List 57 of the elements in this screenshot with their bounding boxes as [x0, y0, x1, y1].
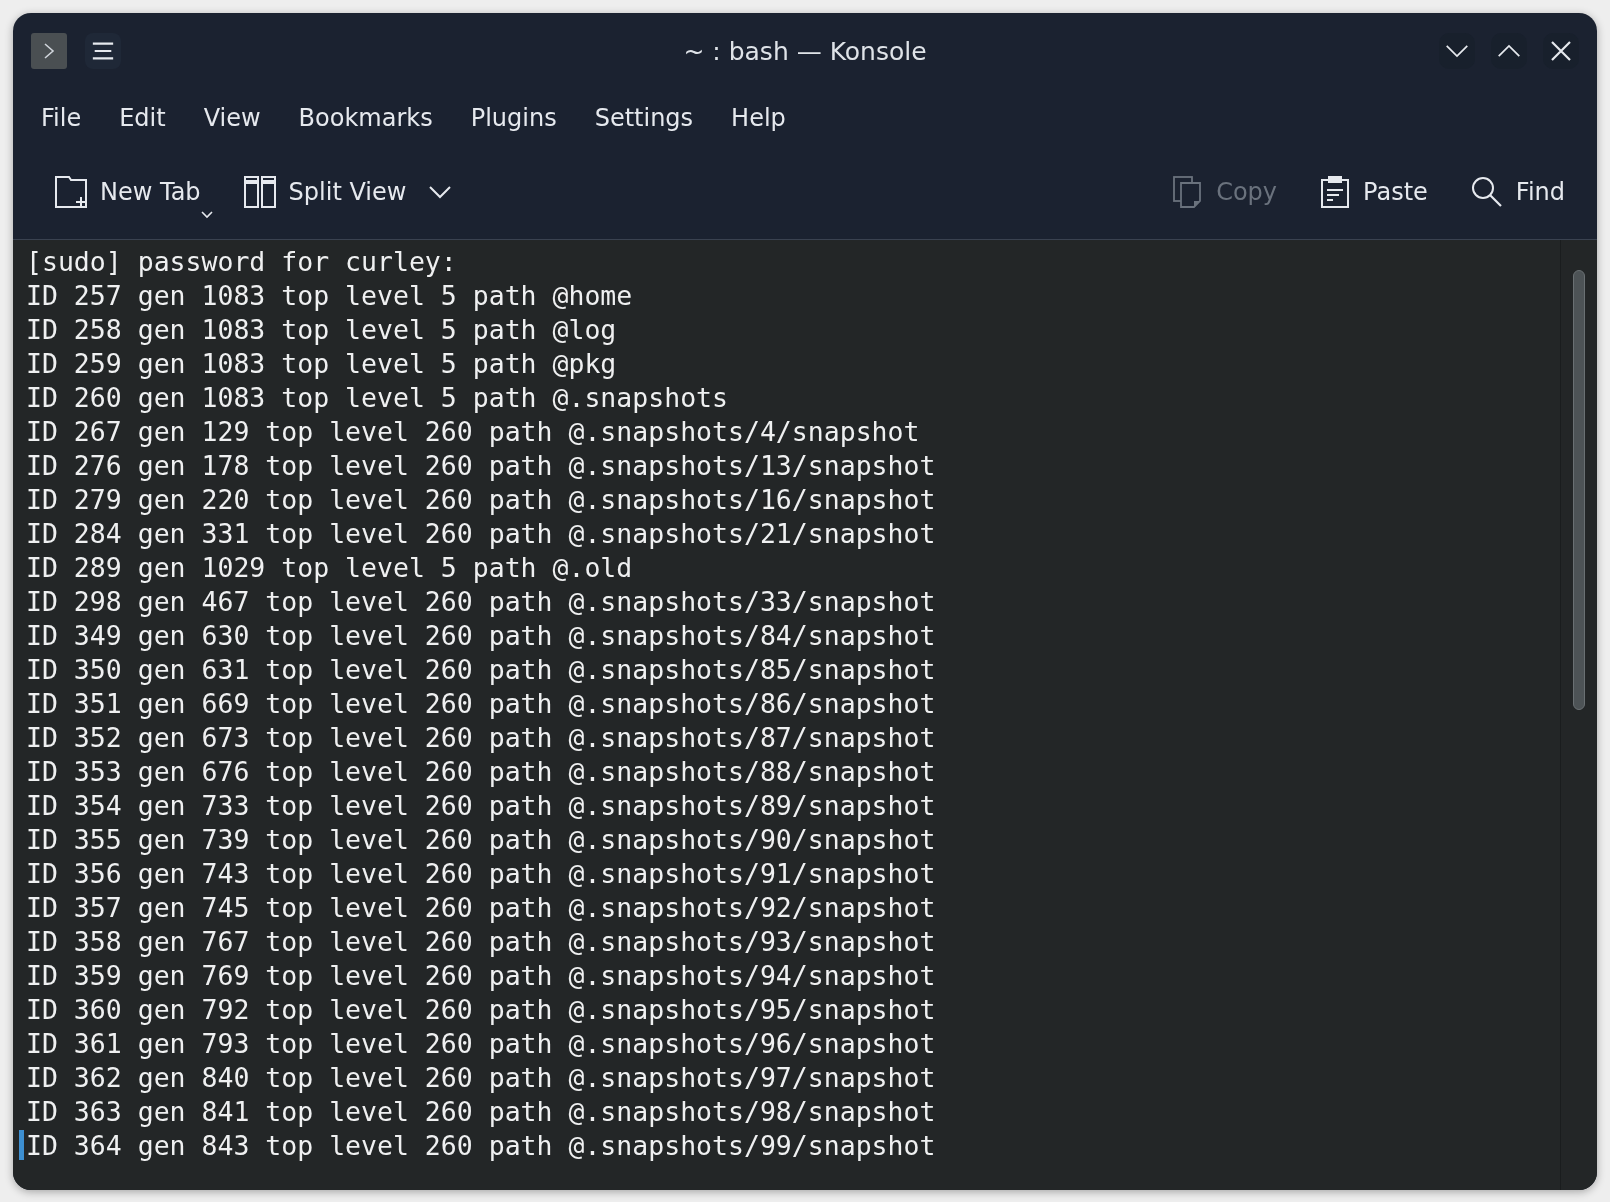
scrollbar-thumb[interactable] [1573, 270, 1585, 710]
terminal-line: ID 257 gen 1083 top level 5 path @home [26, 279, 633, 311]
menu-item[interactable]: Bookmarks [280, 100, 453, 136]
text-cursor [19, 1130, 24, 1160]
new-tab-button[interactable]: New Tab [48, 167, 215, 219]
terminal-line: ID 361 gen 793 top level 260 path @.snapshots/96/snapshot [26, 1027, 936, 1059]
terminal-line: ID 258 gen 1083 top level 5 path @log [26, 313, 617, 345]
terminal-line: ID 350 gen 631 top level 260 path @.snapshots/85/snapshot [26, 653, 936, 685]
menu-item[interactable]: Plugins [452, 100, 577, 136]
clipboard-icon [1319, 175, 1352, 209]
terminal-line: ID 267 gen 129 top level 260 path @.snapshots/4/snapshot [26, 415, 920, 447]
terminal-line: ID 360 gen 792 top level 260 path @.snapshots/95/snapshot [26, 993, 936, 1025]
hamburger-icon [91, 40, 115, 62]
new-tab-icon [54, 175, 88, 209]
terminal-line: ID 354 gen 733 top level 260 path @.snapshots/89/snapshot [26, 789, 936, 821]
chevron-down-icon [1445, 42, 1469, 60]
split-view-icon [242, 175, 277, 209]
terminal-line: ID 363 gen 841 top level 260 path @.snapshots/98/snapshot [26, 1095, 936, 1127]
terminal-line: ID 362 gen 840 top level 260 path @.snapshots/97/snapshot [26, 1061, 936, 1093]
terminal-line: ID 349 gen 630 top level 260 path @.snapshots/84/snapshot [26, 619, 936, 651]
terminal-line: ID 279 gen 220 top level 260 path @.snapshots/16/snapshot [26, 483, 936, 515]
terminal-line: ID 351 gen 669 top level 260 path @.snapshots/86/snapshot [26, 687, 936, 719]
menu-icon[interactable] [85, 33, 121, 69]
terminal-line: ID 356 gen 743 top level 260 path @.snapshots/91/snapshot [26, 857, 936, 889]
find-button[interactable]: Find [1463, 167, 1579, 219]
close-button[interactable] [1543, 33, 1579, 69]
terminal-line: ID 289 gen 1029 top level 5 path @.old [26, 551, 633, 583]
terminal-line: ID 359 gen 769 top level 260 path @.snapshots/94/snapshot [26, 959, 936, 991]
paste-button[interactable]: Paste [1313, 167, 1442, 219]
terminal-app-icon[interactable] [31, 33, 67, 69]
terminal-line: ID 364 gen 843 top level 260 path @.snapshots/99/snapshot [26, 1129, 936, 1161]
split-view-button[interactable]: Split View [236, 167, 467, 219]
terminal-line: ID 298 gen 467 top level 260 path @.snapshots/33/snapshot [26, 585, 936, 617]
terminal-line: ID 357 gen 745 top level 260 path @.snapshots/92/snapshot [26, 891, 936, 923]
chevron-up-icon [1497, 42, 1521, 60]
terminal-line: ID 284 gen 331 top level 260 path @.snapshots/21/snapshot [26, 517, 936, 549]
terminal-line: ID 260 gen 1083 top level 5 path @.snapshots [26, 381, 728, 413]
search-icon [1469, 175, 1504, 209]
menu-item[interactable]: Edit [101, 100, 186, 136]
window-title: ~ : bash — Konsole [683, 36, 927, 66]
terminal-line: ID 259 gen 1083 top level 5 path @pkg [26, 347, 617, 379]
menu-item[interactable]: File [23, 100, 102, 136]
menu-item[interactable]: Help [713, 100, 806, 136]
caret-icon [200, 211, 213, 219]
menu-item[interactable]: View [185, 100, 281, 136]
caret-icon [428, 185, 453, 199]
menu-item[interactable]: Settings [576, 100, 714, 136]
close-icon [1550, 40, 1572, 62]
terminal-line: ID 358 gen 767 top level 260 path @.snapshots/93/snapshot [26, 925, 936, 957]
maximize-button[interactable] [1491, 33, 1527, 69]
terminal-line: [sudo] password for curley: [26, 245, 457, 277]
chevron-right-icon [42, 41, 56, 61]
terminal-line: ID 276 gen 178 top level 260 path @.snapshots/13/snapshot [26, 449, 936, 481]
minimize-button[interactable] [1439, 33, 1475, 69]
terminal-line: ID 355 gen 739 top level 260 path @.snapshots/90/snapshot [26, 823, 936, 855]
terminal-line: ID 352 gen 673 top level 260 path @.snapshots/87/snapshot [26, 721, 936, 753]
terminal-line: ID 353 gen 676 top level 260 path @.snapshots/88/snapshot [26, 755, 936, 787]
